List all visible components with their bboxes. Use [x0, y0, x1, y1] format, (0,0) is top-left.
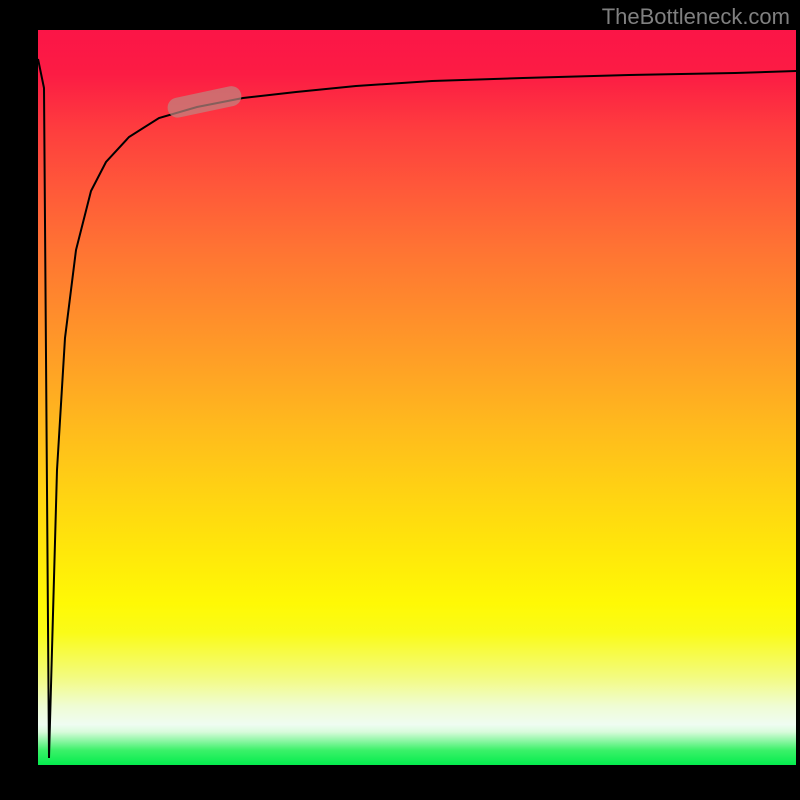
plot-area	[38, 30, 796, 765]
bottleneck-curve	[38, 59, 796, 758]
watermark-text: TheBottleneck.com	[602, 4, 790, 30]
curve-highlight-marker	[166, 84, 244, 119]
chart-svg	[38, 30, 796, 765]
